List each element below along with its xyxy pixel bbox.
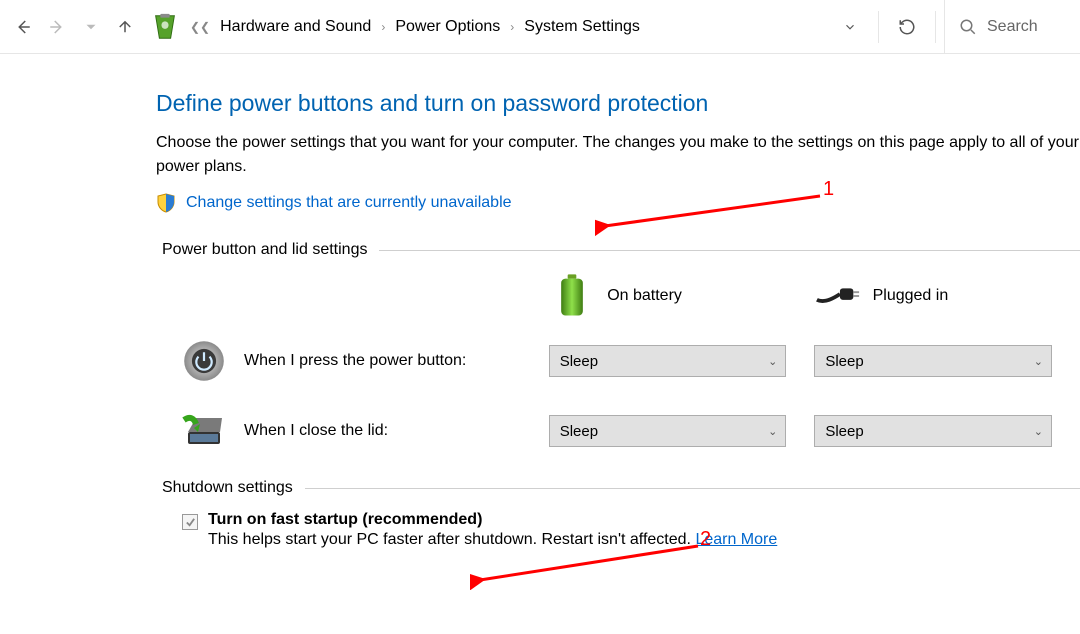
shield-icon bbox=[156, 193, 176, 213]
change-unavailable-link[interactable]: Change settings that are currently unava… bbox=[186, 194, 512, 212]
search-box[interactable]: Search bbox=[944, 0, 1074, 53]
breadcrumb-system-settings[interactable]: System Settings bbox=[520, 16, 644, 38]
page-title: Define power buttons and turn on passwor… bbox=[156, 90, 1080, 117]
close-lid-plugged-select[interactable]: Sleep ⌄ bbox=[814, 415, 1052, 447]
row-power-button-label: When I press the power button: bbox=[244, 352, 466, 370]
page-description: Choose the power settings that you want … bbox=[156, 131, 1080, 179]
breadcrumb-power-options[interactable]: Power Options bbox=[391, 16, 504, 38]
up-button[interactable] bbox=[108, 10, 142, 44]
search-placeholder: Search bbox=[987, 18, 1038, 36]
forward-button[interactable] bbox=[40, 10, 74, 44]
content-pane: Define power buttons and turn on passwor… bbox=[0, 54, 1080, 549]
control-panel-icon bbox=[150, 12, 180, 42]
chevron-down-icon: ⌄ bbox=[768, 425, 777, 438]
fast-startup-label: Turn on fast startup (recommended) bbox=[208, 511, 482, 528]
section-shutdown-heading-text: Shutdown settings bbox=[162, 479, 293, 497]
close-lid-battery-select[interactable]: Sleep ⌄ bbox=[549, 415, 787, 447]
header-plugged-in: Plugged in bbox=[815, 273, 1080, 319]
breadcrumb-hardware[interactable]: Hardware and Sound bbox=[216, 16, 375, 38]
section-power-heading: Power button and lid settings bbox=[162, 241, 1080, 259]
back-button[interactable] bbox=[6, 10, 40, 44]
row-power-button: When I press the power button: Sleep ⌄ S… bbox=[156, 339, 1080, 383]
learn-more-link[interactable]: Learn More bbox=[695, 531, 777, 548]
power-button-plugged-select[interactable]: Sleep ⌄ bbox=[814, 345, 1052, 377]
refresh-button[interactable] bbox=[887, 7, 927, 47]
power-button-battery-select[interactable]: Sleep ⌄ bbox=[549, 345, 787, 377]
battery-icon bbox=[549, 273, 595, 319]
row-close-lid: When I close the lid: Sleep ⌄ Sleep ⌄ bbox=[156, 409, 1080, 453]
fast-startup-row: Turn on fast startup (recommended) This … bbox=[156, 511, 1080, 549]
chevron-right-icon: › bbox=[381, 20, 385, 34]
chevron-down-icon: ⌄ bbox=[1034, 425, 1043, 438]
chevron-down-icon: ⌄ bbox=[768, 355, 777, 368]
close-lid-plugged-value: Sleep bbox=[825, 423, 863, 440]
section-power-heading-text: Power button and lid settings bbox=[162, 241, 367, 259]
section-shutdown-heading: Shutdown settings bbox=[162, 479, 1080, 497]
chevron-down-icon: ⌄ bbox=[1034, 355, 1043, 368]
header-plugged-in-label: Plugged in bbox=[873, 287, 949, 305]
chevron-right-icon: › bbox=[510, 20, 514, 34]
recent-dropdown[interactable] bbox=[74, 10, 108, 44]
lid-icon bbox=[182, 409, 226, 453]
header-on-battery: On battery bbox=[549, 273, 814, 319]
plug-icon bbox=[815, 273, 861, 319]
power-button-icon bbox=[182, 339, 226, 383]
header-on-battery-label: On battery bbox=[607, 287, 682, 305]
address-dropdown[interactable] bbox=[830, 7, 870, 47]
toolbar: ❮❮ Hardware and Sound › Power Options › … bbox=[0, 0, 1080, 54]
fast-startup-help: This helps start your PC faster after sh… bbox=[208, 531, 691, 548]
power-button-plugged-value: Sleep bbox=[825, 353, 863, 370]
search-icon bbox=[959, 18, 977, 36]
power-button-battery-value: Sleep bbox=[560, 353, 598, 370]
fast-startup-checkbox[interactable] bbox=[182, 514, 198, 530]
close-lid-battery-value: Sleep bbox=[560, 423, 598, 440]
row-close-lid-label: When I close the lid: bbox=[244, 422, 388, 440]
chevron-left-icon: ❮❮ bbox=[190, 20, 210, 34]
column-headers: On battery Plugged in bbox=[156, 273, 1080, 319]
